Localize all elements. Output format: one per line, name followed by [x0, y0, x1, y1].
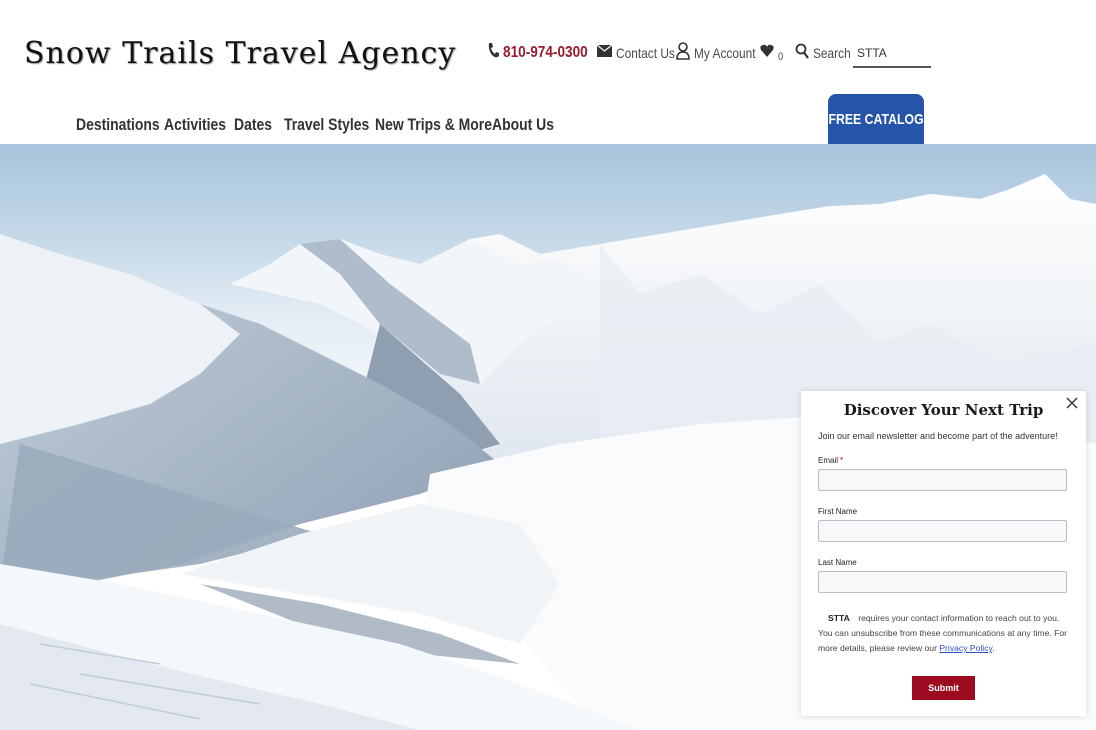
- close-icon[interactable]: [1064, 395, 1080, 411]
- envelope-icon: [596, 44, 613, 62]
- free-catalog-label: FREE CATALOG: [828, 110, 924, 128]
- free-catalog-button[interactable]: FREE CATALOG: [828, 94, 924, 144]
- favorites-count: 0: [778, 51, 784, 63]
- last-name-field[interactable]: [818, 571, 1067, 593]
- site-title[interactable]: Snow Trails Travel Agency: [24, 36, 456, 71]
- search-label: Search: [813, 45, 851, 61]
- heart-icon: [760, 44, 774, 63]
- submit-button[interactable]: Submit: [912, 676, 975, 700]
- consent-brand: STTA: [828, 613, 850, 623]
- favorites-link[interactable]: 0: [760, 38, 784, 68]
- nav-about-us[interactable]: About Us: [492, 112, 554, 138]
- email-field[interactable]: [818, 469, 1067, 491]
- search-icon: [795, 43, 809, 64]
- phone-number: 810-974-0300: [503, 44, 588, 61]
- search-input[interactable]: [853, 40, 931, 68]
- nav-dates[interactable]: Dates: [234, 112, 275, 138]
- privacy-policy-link[interactable]: Privacy Policy: [939, 643, 992, 653]
- my-account-label: My Account: [694, 45, 756, 61]
- user-icon: [676, 41, 690, 65]
- nav-destinations[interactable]: Destinations: [76, 112, 160, 138]
- my-account-link[interactable]: My Account: [676, 38, 766, 68]
- nav-activities[interactable]: Activities: [164, 112, 226, 138]
- popup-subtitle: Join our email newsletter and become par…: [818, 431, 1058, 441]
- popup-title: Discover Your Next Trip: [843, 401, 1044, 419]
- phone-link[interactable]: 810-974-0300: [487, 38, 603, 68]
- first-name-field[interactable]: [818, 520, 1067, 542]
- nav-new-trips[interactable]: New Trips & More: [375, 112, 492, 138]
- contact-us-link[interactable]: Contact Us: [596, 38, 685, 68]
- last-name-label: Last Name: [818, 558, 857, 567]
- required-mark: *: [840, 456, 844, 465]
- nav-travel-styles[interactable]: Travel Styles: [284, 112, 369, 138]
- first-name-label: First Name: [818, 507, 858, 516]
- consent-text: STTA requires your contact information t…: [818, 613, 1068, 653]
- main-nav: Destinations Activities Dates Travel Sty…: [76, 112, 554, 138]
- email-label: Email *: [818, 456, 844, 465]
- contact-us-label: Contact Us: [616, 45, 675, 61]
- newsletter-popup: Discover Your Next Trip Join our email n…: [801, 391, 1086, 716]
- phone-icon: [487, 42, 499, 65]
- search-button[interactable]: Search: [795, 38, 857, 68]
